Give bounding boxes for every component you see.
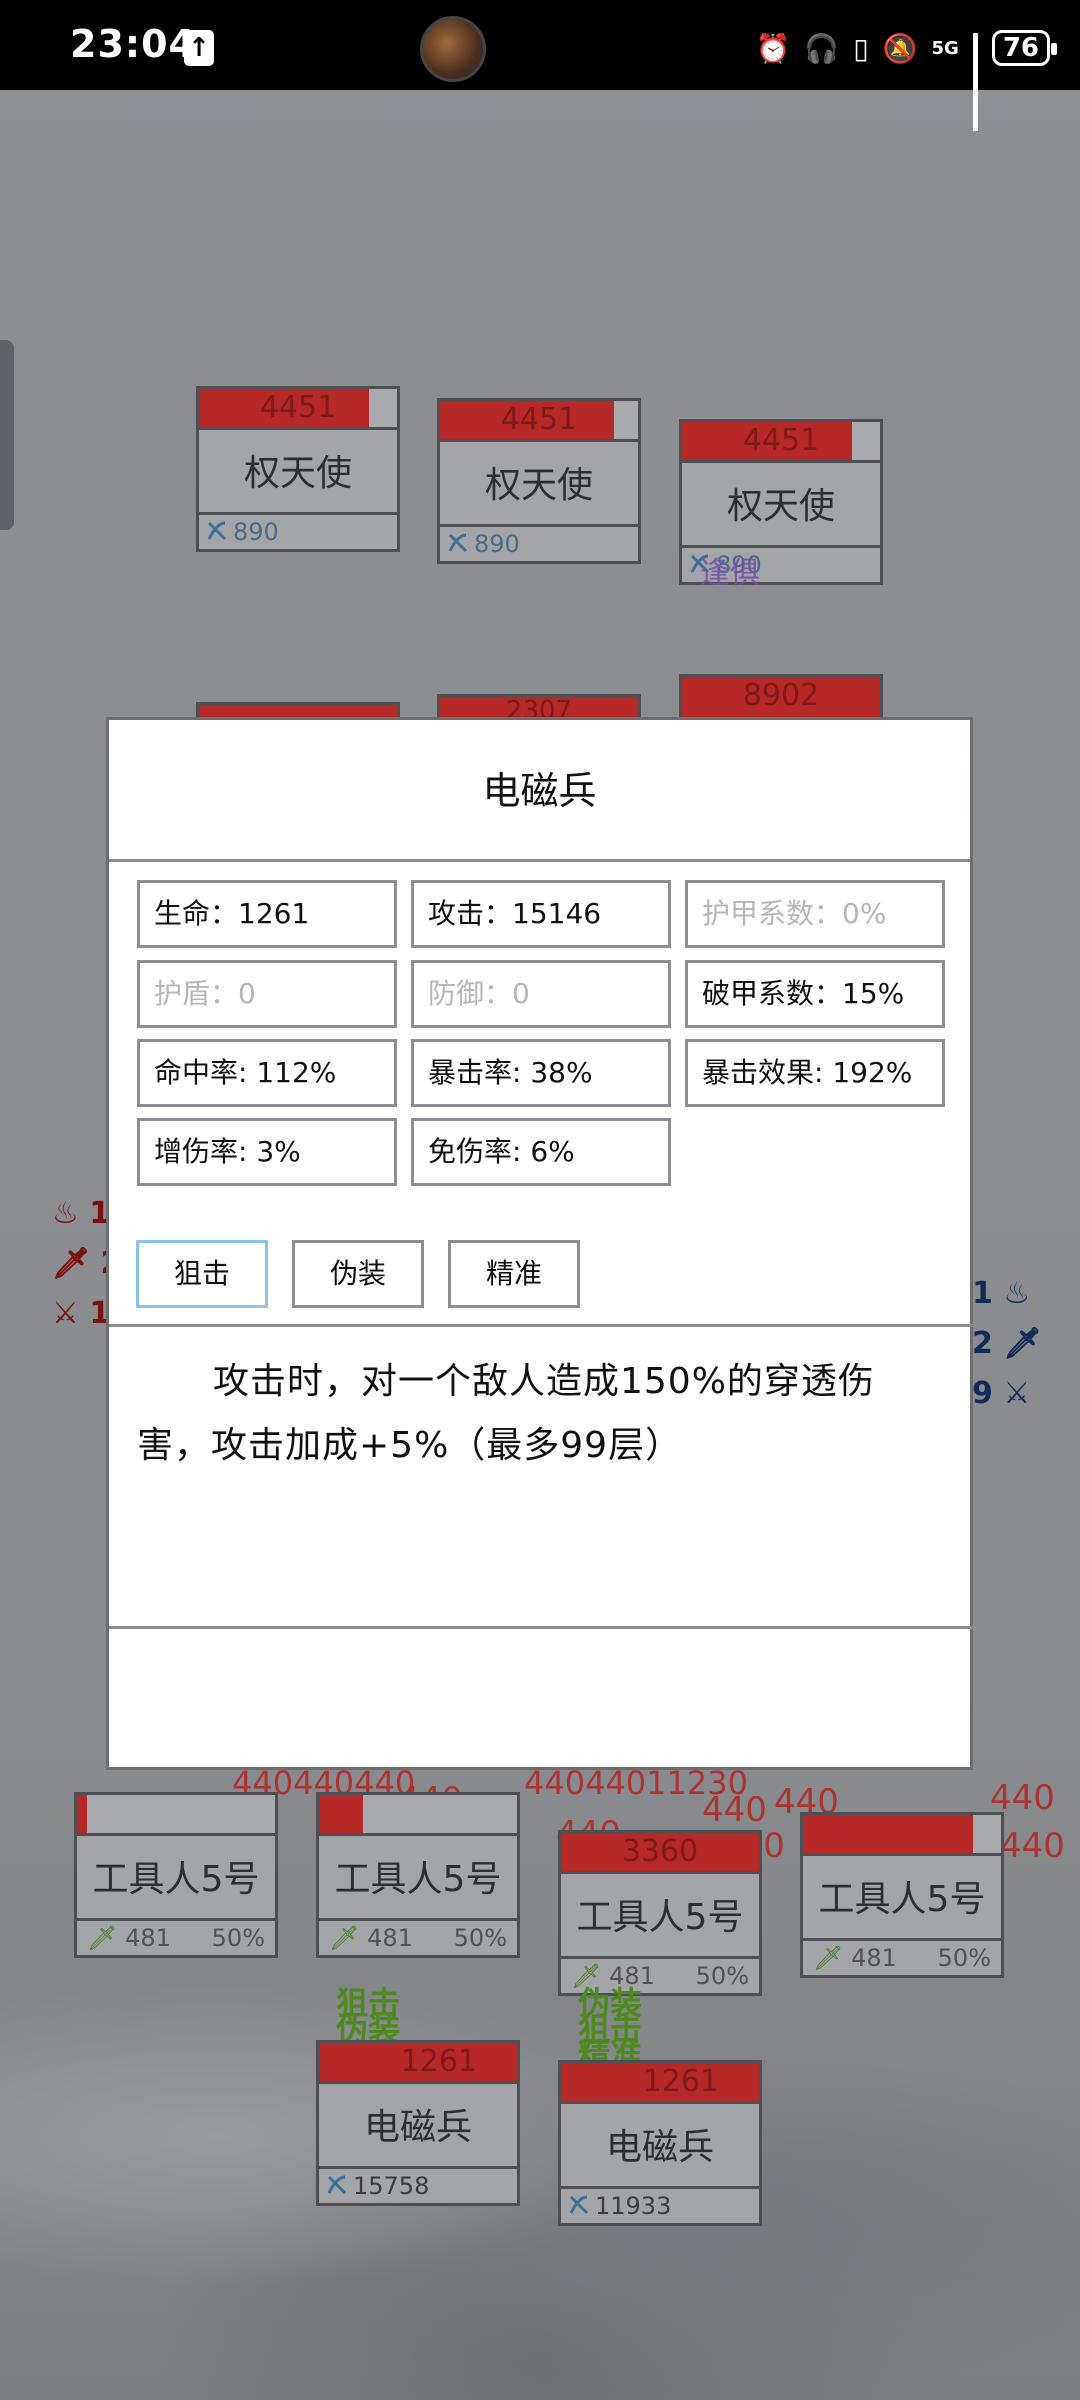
- hp-bar: [803, 1815, 1001, 1853]
- battery-saver-icon: ▯: [853, 31, 869, 65]
- unit-name: 工具人5号: [77, 1833, 275, 1921]
- alarm-icon: ⏰: [755, 31, 791, 65]
- unit-name: 权天使: [440, 439, 638, 527]
- buff-text: 伪装 狙击 精准: [578, 1984, 643, 2074]
- clock: 23:04: [70, 22, 196, 66]
- battery-icon: 76: [991, 30, 1058, 66]
- stat-armor-coef: 护甲系数：0%: [685, 880, 945, 948]
- hp-bar: 3360: [561, 1833, 759, 1871]
- unit-attack: 11933: [561, 2189, 759, 2223]
- hp-bar: [319, 1795, 517, 1833]
- game-avatar-icon[interactable]: [420, 16, 486, 82]
- stat-armor-break: 破甲系数：15%: [685, 960, 945, 1028]
- unit-attack: 890: [440, 527, 638, 561]
- network-label: 5G: [931, 37, 959, 59]
- upload-icon: ↑: [184, 30, 214, 66]
- ally-unit[interactable]: 工具人5号 🗡 481 50%: [74, 1792, 278, 1958]
- unit-stats: 🗡 481 50%: [813, 1944, 991, 1972]
- hp-bar: 1261: [319, 2043, 517, 2081]
- unit-stats: 🗡 481 50%: [87, 1924, 265, 1952]
- unit-name: 电磁兵: [561, 2101, 759, 2189]
- divider: [109, 1626, 976, 1629]
- bow-icon: [207, 521, 227, 541]
- unit-name: 工具人5号: [803, 1853, 1001, 1941]
- bow-icon: [569, 2195, 589, 2215]
- hp-bar: 4451: [682, 422, 880, 460]
- right-stat-sword: 2 🗡: [972, 1326, 1042, 1361]
- stat-hit-rate: 命中率: 112%: [137, 1039, 397, 1107]
- stat-damage-bonus: 增伤率: 3%: [137, 1118, 397, 1186]
- unit-info-dialog[interactable]: 电磁兵 生命：1261 攻击：15146 护甲系数：0% 护盾：0 防御：0 破…: [106, 717, 976, 1770]
- skill-tab-precision[interactable]: 精准: [448, 1240, 580, 1308]
- stat-crit-effect: 暴击效果: 192%: [685, 1039, 945, 1107]
- unit-stats: 🗡 481 50%: [329, 1924, 507, 1952]
- stat-shield: 护盾：0: [137, 960, 397, 1028]
- hp-bar: 1261: [561, 2063, 759, 2101]
- stat-crit-rate: 暴击率: 38%: [411, 1039, 671, 1107]
- damage-number: 440: [1000, 1826, 1065, 1866]
- stat-damage-reduction: 免伤率: 6%: [411, 1118, 671, 1186]
- stat-hp: 生命：1261: [137, 880, 397, 948]
- divider: [109, 1324, 976, 1327]
- stat-defense: 防御：0: [411, 960, 671, 1028]
- enemy-unit[interactable]: 4451 权天使 890: [437, 398, 641, 564]
- bow-icon: [327, 2175, 347, 2195]
- unit-name: 权天使: [682, 460, 880, 548]
- damage-number: 440: [702, 1790, 767, 1830]
- dialog-title: 电磁兵: [109, 720, 970, 862]
- hp-bar: 4451: [440, 401, 638, 439]
- right-stat-fire: 1 ♨: [972, 1276, 1031, 1311]
- bow-icon: [448, 533, 468, 553]
- signal-icon: [972, 33, 978, 131]
- left-stat-bow: ⚔ 1: [52, 1296, 111, 1331]
- player-unit[interactable]: 1261 电磁兵 11933: [558, 2060, 762, 2226]
- unit-name: 电磁兵: [319, 2081, 517, 2169]
- hp-bar: 8902: [682, 677, 880, 717]
- right-stat-bow: 9 ⚔: [972, 1376, 1031, 1411]
- unit-name: 工具人5号: [561, 1871, 759, 1959]
- status-bar: 23:04 ↑ ⏰ 🎧 ▯ 🔕 5G 76: [0, 0, 1080, 131]
- headphones-icon: 🎧: [804, 31, 840, 65]
- enemy-unit-hidden[interactable]: 8902: [679, 674, 883, 720]
- player-unit[interactable]: 1261 电磁兵 15758: [316, 2040, 520, 2206]
- hp-bar: [77, 1795, 275, 1833]
- unit-name: 工具人5号: [319, 1833, 517, 1921]
- skill-tab-snipe[interactable]: 狙击: [136, 1240, 268, 1308]
- skill-tab-disguise[interactable]: 伪装: [292, 1240, 424, 1308]
- ally-unit[interactable]: 工具人5号 🗡 481 50%: [800, 1812, 1004, 1978]
- status-text: 逢俱: [700, 556, 760, 591]
- enemy-unit[interactable]: 4451 权天使 890: [196, 386, 400, 552]
- left-stat-fire: ♨ 1: [52, 1196, 111, 1231]
- hp-bar: 4451: [199, 389, 397, 427]
- mute-icon: 🔕: [882, 31, 918, 65]
- unit-name: 权天使: [199, 427, 397, 515]
- ally-unit[interactable]: 3360 工具人5号 🗡 481 50%: [558, 1830, 762, 1996]
- ally-unit[interactable]: 工具人5号 🗡 481 50%: [316, 1792, 520, 1958]
- unit-attack: 890: [199, 515, 397, 549]
- side-drawer-handle[interactable]: [0, 340, 14, 530]
- skill-description: 攻击时，对一个敌人造成150%的穿透伤害，攻击加成+5%（最多99层）: [137, 1361, 875, 1466]
- battlefield-ground: [0, 1960, 1080, 2400]
- system-icons: ⏰ 🎧 ▯ 🔕 5G 76: [755, 28, 1058, 131]
- unit-attack: 15758: [319, 2169, 517, 2203]
- stat-attack: 攻击：15146: [411, 880, 671, 948]
